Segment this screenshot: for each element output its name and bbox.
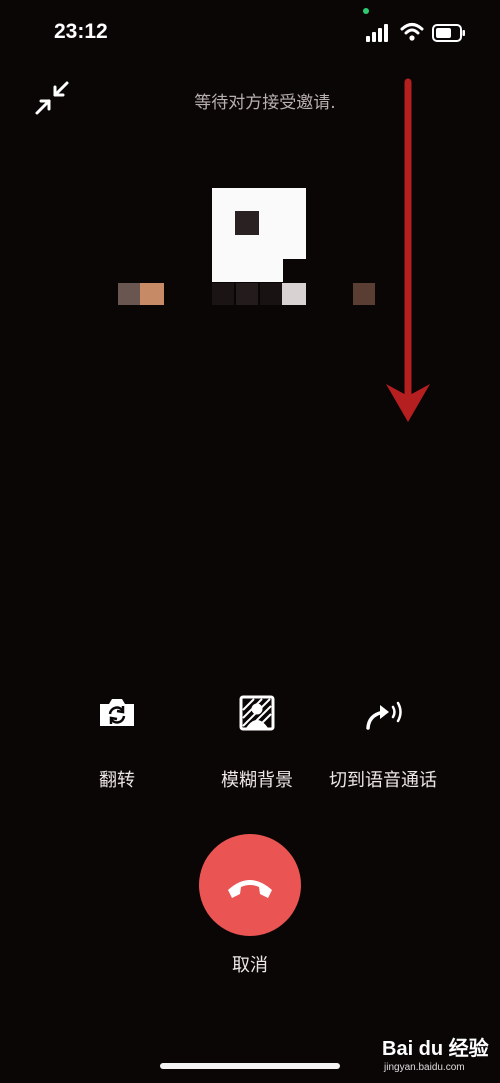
flip-camera-button[interactable]: 翻转 (47, 688, 187, 792)
annotation-arrow-down (386, 78, 430, 422)
home-indicator[interactable] (160, 1063, 340, 1069)
wifi-icon (400, 23, 424, 41)
phone-hangup-icon (228, 880, 272, 898)
camera-flip-icon (100, 699, 134, 726)
cancel-label: 取消 (232, 955, 268, 976)
call-controls: 翻转 模糊背景 切到语音通话 (0, 688, 500, 798)
flip-camera-label: 翻转 (99, 770, 135, 791)
callee-avatar (212, 188, 306, 282)
switch-to-voice-label: 切到语音通话 (329, 770, 437, 791)
status-bar: 23:12 (0, 0, 500, 66)
cellular-signal-icon (366, 24, 390, 42)
battery-icon (432, 24, 465, 42)
hang-up-button[interactable] (199, 834, 301, 936)
status-time: 23:12 (54, 20, 108, 43)
switch-to-voice-icon (366, 701, 402, 730)
blur-background-icon (239, 695, 275, 731)
blur-background-label: 模糊背景 (221, 770, 293, 791)
switch-to-voice-button[interactable]: 切到语音通话 (313, 688, 453, 792)
blur-background-button[interactable]: 模糊背景 (187, 688, 327, 792)
baidu-jingyan-watermark: Bai du 经验 jingyan.baidu.com (382, 1038, 489, 1073)
camera-indicator-dot (363, 8, 369, 14)
